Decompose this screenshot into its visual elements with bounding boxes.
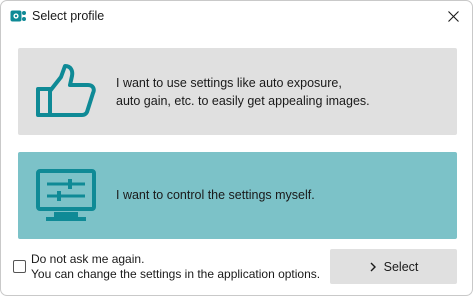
thumbs-up-icon (36, 64, 96, 117)
close-icon (447, 10, 459, 22)
monitor-sliders-icon (36, 169, 96, 221)
option-auto-line1: I want to use settings like auto exposur… (116, 76, 342, 90)
window-title: Select profile (32, 9, 105, 23)
option-manual-line1: I want to control the settings myself. (116, 188, 315, 202)
select-profile-dialog: Select profile I want to use settings li… (0, 0, 473, 296)
title-bar: Select profile (1, 1, 472, 33)
option-auto-settings[interactable]: I want to use settings like auto exposur… (18, 48, 457, 135)
chevron-right-icon (370, 262, 376, 271)
option-auto-line2: auto gain, etc. to easily get appealing … (116, 94, 370, 108)
do-not-ask-checkbox[interactable] (13, 260, 26, 273)
do-not-ask-line2: You can change the settings in the appli… (31, 267, 321, 281)
option-manual-settings[interactable]: I want to control the settings myself. (18, 152, 457, 239)
do-not-ask-line1: Do not ask me again. (31, 252, 145, 266)
option-manual-text: I want to control the settings myself. (116, 186, 416, 204)
select-button[interactable]: Select (330, 249, 457, 284)
do-not-ask-label: Do not ask me again. You can change the … (31, 252, 320, 282)
option-auto-text: I want to use settings like auto exposur… (116, 74, 416, 110)
select-button-label: Select (383, 259, 419, 274)
close-button[interactable] (434, 1, 472, 31)
camera-gear-icon (10, 10, 26, 22)
